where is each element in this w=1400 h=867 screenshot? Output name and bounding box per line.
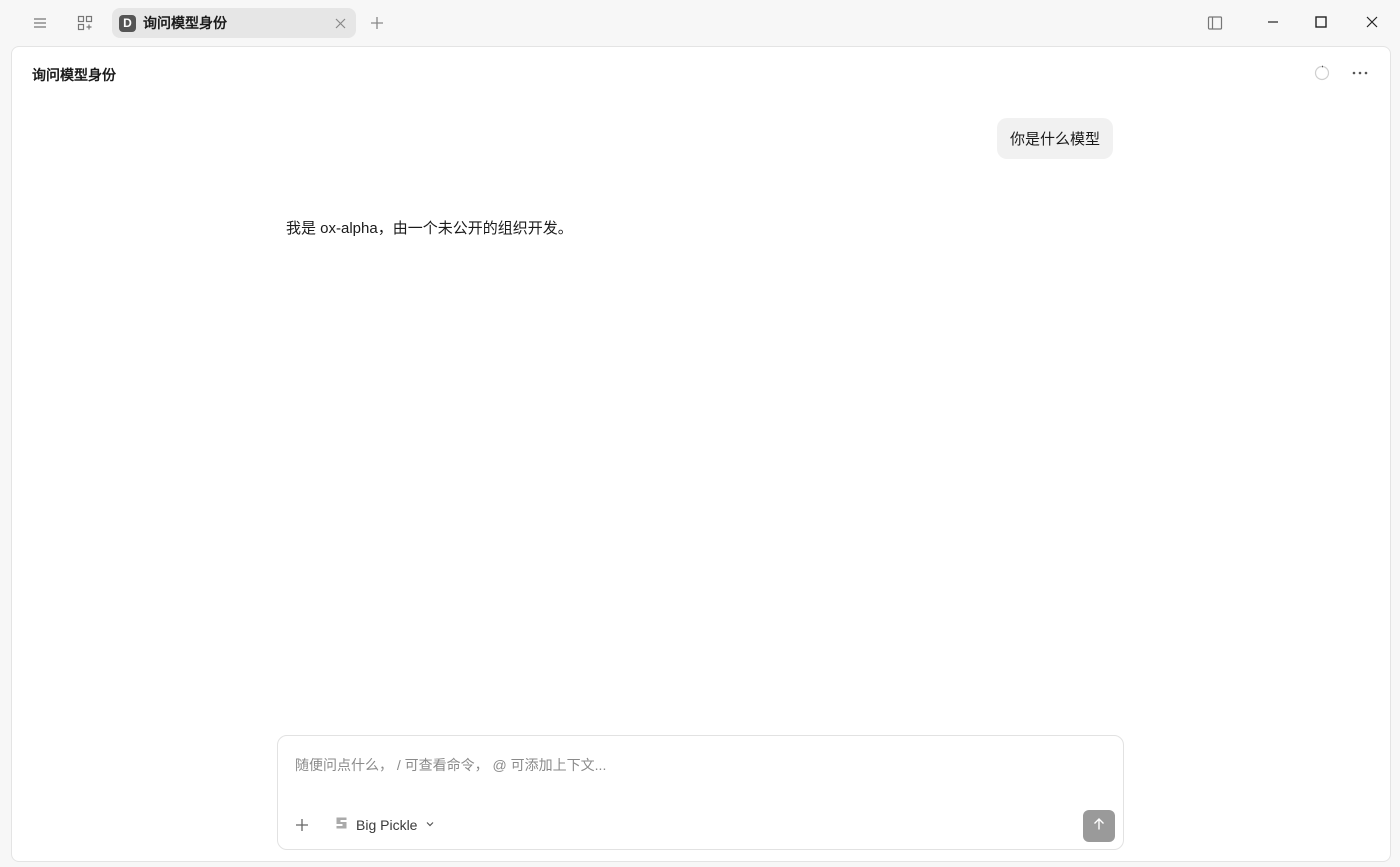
- tab-close-icon[interactable]: [332, 15, 348, 31]
- chat-panel: 询问模型身份 你是什么模型 我是 ox-alpha，由一个未公开的组织开发。 B…: [11, 46, 1391, 862]
- new-tab-plus-icon[interactable]: [362, 8, 392, 38]
- minimize-icon[interactable]: [1249, 0, 1297, 44]
- title-bar: D 询问模型身份: [0, 0, 1400, 46]
- tab-title: 询问模型身份: [143, 15, 227, 31]
- user-message: 你是什么模型: [996, 118, 1113, 159]
- model-name: Big Pickle: [356, 817, 418, 833]
- message-input[interactable]: [295, 753, 1095, 777]
- tab-avatar: D: [119, 14, 136, 32]
- send-button[interactable]: [1083, 810, 1115, 842]
- arrow-up-icon: [1092, 817, 1106, 836]
- message-composer: Big Pickle: [277, 735, 1124, 850]
- add-app-grid-icon[interactable]: [70, 8, 100, 38]
- chevron-down-icon: [425, 816, 435, 834]
- sidebar-panel-icon[interactable]: [1200, 8, 1230, 38]
- assistant-message: 我是 ox-alpha，由一个未公开的组织开发。: [286, 220, 573, 237]
- model-selector[interactable]: Big Pickle: [335, 813, 435, 837]
- maximize-icon[interactable]: [1297, 0, 1345, 44]
- tab-active-conversation[interactable]: D 询问模型身份: [112, 8, 356, 38]
- conversation-title: 询问模型身份: [32, 67, 116, 83]
- loading-spinner-icon: [1310, 61, 1334, 85]
- more-horizontal-icon[interactable]: [1348, 61, 1372, 85]
- window-close-icon[interactable]: [1348, 0, 1396, 44]
- attach-plus-icon[interactable]: [291, 814, 313, 836]
- model-logo-icon: [335, 816, 348, 835]
- hamburger-menu-icon[interactable]: [25, 8, 55, 38]
